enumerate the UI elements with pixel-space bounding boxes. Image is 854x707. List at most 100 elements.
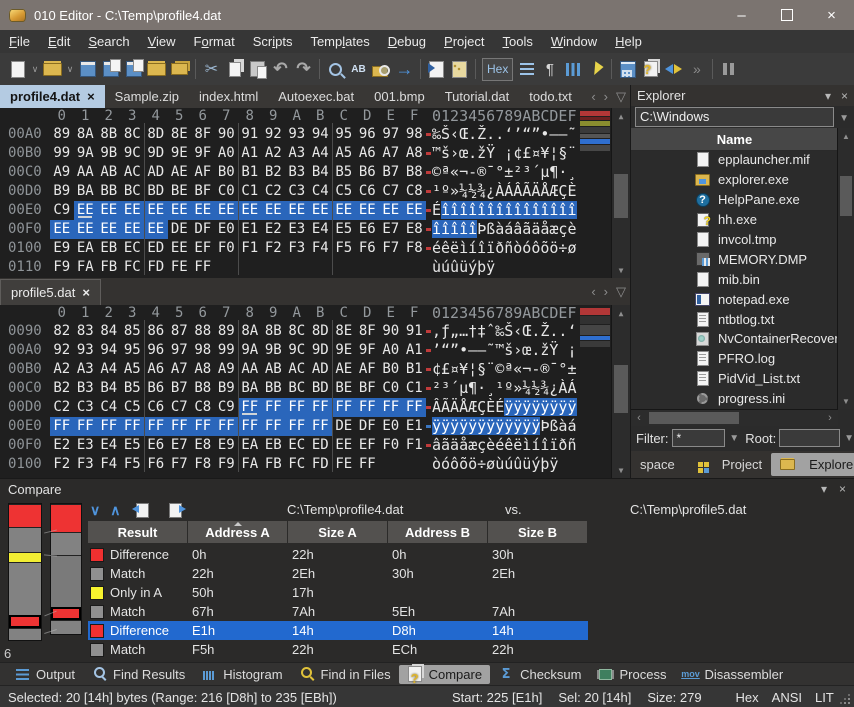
hex-byte[interactable]: 9C xyxy=(285,341,309,360)
ascii-text[interactable]: ÂÃÄÅÆÇÈÉÿÿÿÿÿÿÿÿ xyxy=(432,398,577,417)
hex-byte[interactable]: 8D xyxy=(309,322,333,341)
hex-byte[interactable]: AE xyxy=(332,360,356,379)
hex-byte[interactable]: E7 xyxy=(168,436,192,455)
hex-byte[interactable]: FA xyxy=(238,455,262,474)
root-input[interactable] xyxy=(779,429,840,447)
file-a-map[interactable] xyxy=(8,503,42,641)
ascii-text[interactable]: îîîîîÞßàáâãäåæçè xyxy=(432,220,577,239)
bottom-tab-output[interactable]: Output xyxy=(6,665,83,684)
columns-icon[interactable] xyxy=(561,58,584,81)
hex-byte[interactable]: B3 xyxy=(74,379,98,398)
copy-to-file-b-icon[interactable] xyxy=(164,499,187,522)
hex-byte[interactable]: EE xyxy=(356,201,380,220)
hex-byte[interactable]: EE xyxy=(332,436,356,455)
hex-vertical-scrollbar[interactable]: ▲▼ xyxy=(611,108,630,278)
hex-byte[interactable]: 95 xyxy=(332,125,356,144)
hex-byte[interactable]: B7 xyxy=(379,163,403,182)
hex-byte[interactable]: B8 xyxy=(403,163,427,182)
hex-byte[interactable]: EE xyxy=(215,201,239,220)
file-list-item-memory-dmp[interactable]: MEMORY.DMP xyxy=(631,249,838,269)
hex-scroll-thumb[interactable] xyxy=(614,174,628,218)
hex-byte[interactable]: EE xyxy=(121,220,145,239)
ascii-text[interactable]: òóôõö÷øùúûüýþÿ xyxy=(432,455,577,474)
hex-byte[interactable]: AD xyxy=(144,163,168,182)
hex-byte[interactable]: C9 xyxy=(50,201,74,220)
hex-byte[interactable]: B1 xyxy=(403,360,427,379)
hex-byte[interactable]: B8 xyxy=(191,379,215,398)
column-header-address-a[interactable]: Address A xyxy=(188,521,288,543)
hex-byte[interactable]: FE xyxy=(168,258,192,277)
hex-byte[interactable]: FF xyxy=(168,417,192,436)
column-header-size-a[interactable]: Size A xyxy=(288,521,388,543)
hex-byte[interactable]: AC xyxy=(285,360,309,379)
find-in-files-icon[interactable] xyxy=(370,58,393,81)
hex-byte[interactable]: 92 xyxy=(262,125,286,144)
hex-byte[interactable]: F8 xyxy=(191,455,215,474)
bottom-tab-process[interactable]: Process xyxy=(590,665,675,684)
pause-icon[interactable] xyxy=(717,58,740,81)
hex-byte[interactable]: EE xyxy=(144,220,168,239)
hex-byte[interactable]: 89 xyxy=(215,322,239,341)
hex-byte[interactable]: AF xyxy=(356,360,380,379)
tab-list-icon[interactable]: ▽ xyxy=(616,89,626,105)
hex-byte[interactable]: FF xyxy=(121,417,145,436)
file-list-item-nvcontainerrecovery[interactable]: NvContainerRecovery. xyxy=(631,329,838,349)
hex-byte[interactable]: 87 xyxy=(168,322,192,341)
paste-icon[interactable] xyxy=(246,58,269,81)
explorer-horizontal-scrollbar[interactable]: ‹ › xyxy=(631,409,838,426)
file-list-item-pidvid-list-txt[interactable]: PidVid_List.txt xyxy=(631,369,838,389)
hex-byte[interactable]: EE xyxy=(168,239,192,258)
hex-byte[interactable]: E1 xyxy=(403,417,427,436)
menu-item-file[interactable]: File xyxy=(0,34,39,49)
hex-byte[interactable]: B7 xyxy=(168,379,192,398)
ascii-text[interactable]: ©ª«¬-®¯°±²³´µ¶·¸ xyxy=(432,163,577,182)
tab-scroll-left-icon[interactable]: ‹ xyxy=(591,89,595,104)
edit-mode-icon[interactable] xyxy=(515,58,538,81)
panel-close-icon[interactable]: × xyxy=(839,482,846,496)
hex-byte[interactable]: C1 xyxy=(238,182,262,201)
scroll-left-icon[interactable]: ‹ xyxy=(631,410,647,426)
hex-byte[interactable]: FE xyxy=(332,455,356,474)
hex-byte[interactable]: AB xyxy=(262,360,286,379)
minimize-button[interactable]: – xyxy=(719,0,764,30)
hex-byte[interactable]: 8B xyxy=(97,125,121,144)
tab-close-icon[interactable]: × xyxy=(82,285,90,300)
hex-byte[interactable]: EE xyxy=(285,201,309,220)
hex-byte[interactable]: F6 xyxy=(356,239,380,258)
hex-byte[interactable]: 9A xyxy=(74,144,98,163)
hex-byte[interactable]: F2 xyxy=(50,455,74,474)
calculator-icon[interactable] xyxy=(616,58,639,81)
hex-byte[interactable]: 8B xyxy=(262,322,286,341)
save-copy-icon[interactable] xyxy=(99,58,122,81)
open-dropdown-icon[interactable]: ∨ xyxy=(64,58,76,81)
hex-byte[interactable]: FD xyxy=(309,455,333,474)
hex-byte[interactable]: C4 xyxy=(309,182,333,201)
file-list-item-pfro-log[interactable]: PFRO.log xyxy=(631,349,838,369)
hex-byte[interactable]: F5 xyxy=(121,455,145,474)
hex-byte[interactable]: F0 xyxy=(215,239,239,258)
hex-byte[interactable]: E5 xyxy=(332,220,356,239)
bottom-tab-checksum[interactable]: ΣChecksum xyxy=(490,665,589,684)
hex-byte[interactable]: 93 xyxy=(74,341,98,360)
hex-byte[interactable]: 93 xyxy=(285,125,309,144)
compare-row[interactable]: Difference0h22h0h30h xyxy=(88,545,588,564)
ascii-text[interactable]: ‰Š‹Œ.Ž..‘’“”•–—˜ xyxy=(432,125,577,144)
compare-row[interactable]: Match22h2Eh30h2Eh xyxy=(88,564,588,583)
hex-byte[interactable]: 8C xyxy=(285,322,309,341)
hex-byte[interactable]: F4 xyxy=(309,239,333,258)
hex-byte[interactable]: 8A xyxy=(238,322,262,341)
hex-byte[interactable]: 97 xyxy=(379,125,403,144)
ascii-text[interactable]: éêëìíîïðñòóôõö÷ø xyxy=(432,239,577,258)
hex-byte[interactable]: FF xyxy=(309,398,333,417)
hex-byte[interactable]: C1 xyxy=(403,379,427,398)
hex-byte[interactable]: 9C xyxy=(121,144,145,163)
hex-byte[interactable]: EE xyxy=(97,220,121,239)
hex-byte[interactable]: E9 xyxy=(215,436,239,455)
hex-byte[interactable]: A1 xyxy=(403,341,427,360)
hex-byte[interactable]: EF xyxy=(356,436,380,455)
file-tab-sample-zip[interactable]: Sample.zip xyxy=(105,85,189,108)
column-header-size-b[interactable]: Size B xyxy=(488,521,588,543)
highlight-icon[interactable] xyxy=(584,58,607,81)
hex-byte[interactable]: B9 xyxy=(50,182,74,201)
scroll-up-icon[interactable]: ▲ xyxy=(838,128,854,144)
